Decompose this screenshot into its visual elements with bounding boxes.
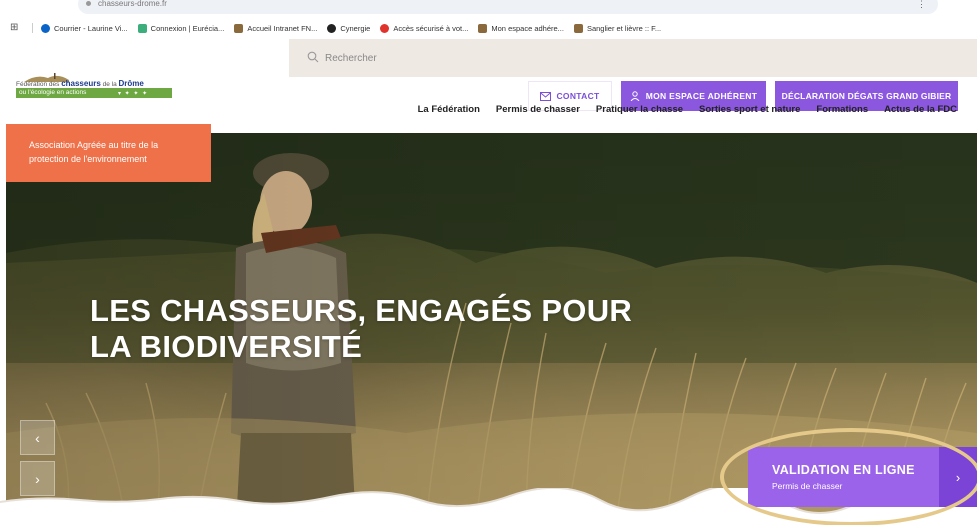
contact-label: CONTACT — [556, 91, 600, 101]
fnc-icon — [478, 23, 488, 33]
bookmarks-divider — [32, 23, 33, 33]
hero-title: LES CHASSEURS, ENGAGÉS POUR LA BIODIVERS… — [90, 293, 710, 365]
search-bar — [289, 39, 977, 77]
eurecia-icon — [137, 23, 147, 33]
logo-tagline: ou l'écologie en actions — [19, 89, 87, 96]
fnc-icon — [234, 23, 244, 33]
bookmark-acces-securise[interactable]: Accès sécurisé à vot... — [380, 23, 468, 33]
hero-title-line1: LES CHASSEURS, ENGAGÉS POUR — [90, 293, 633, 328]
chevron-right-icon[interactable]: › — [939, 447, 977, 507]
bookmark-intranet[interactable]: Accueil Intranet FN... — [234, 23, 317, 33]
online-validation-cta[interactable]: VALIDATION EN LIGNE Permis de chasser › — [748, 447, 977, 507]
logo-title: Fédération des chasseurs de la Drôme — [16, 79, 144, 88]
search-input[interactable] — [325, 48, 505, 68]
bookmark-courrier[interactable]: Courrier - Laurine Vi... — [41, 23, 128, 33]
bookmark-cynergie[interactable]: Cynergie — [327, 23, 370, 33]
nav-item-formations[interactable]: Formations — [816, 104, 868, 115]
bookmarks-bar: ⊞ Courrier - Laurine Vi... Connexion | E… — [0, 18, 977, 38]
browser-toolbar: chasseurs-drome.fr ⋮ — [0, 0, 977, 16]
chevron-right-icon: › — [35, 470, 40, 487]
user-icon — [630, 91, 640, 101]
logo-tagline-band: ou l'écologie en actions — [16, 88, 172, 98]
bookmark-espace-adherent[interactable]: Mon espace adhére... — [478, 23, 564, 33]
mail-icon — [540, 91, 552, 101]
cta-subtitle: Permis de chasser — [772, 481, 843, 491]
outlook-icon — [41, 23, 50, 33]
nav-item-permis[interactable]: Permis de chasser — [496, 104, 580, 115]
site-logo[interactable]: Fédération des chasseurs de la Drôme ou … — [14, 68, 174, 108]
slider-prev-button[interactable]: ‹ — [20, 420, 55, 455]
approved-association-badge: Association Agréée au titre de la protec… — [6, 124, 211, 182]
nav-item-federation[interactable]: La Fédération — [418, 104, 480, 115]
nav-item-actus[interactable]: Actus de la FDC — [884, 104, 957, 115]
bookmark-eurecia[interactable]: Connexion | Eurécia... — [137, 23, 224, 33]
secure-icon — [380, 23, 390, 33]
bookmark-sanglier[interactable]: Sanglier et lièvre :: F... — [573, 23, 661, 33]
member-space-label: MON ESPACE ADHÉRENT — [645, 91, 758, 101]
nav-item-sorties[interactable]: Sorties sport et nature — [699, 104, 800, 115]
search-icon — [307, 51, 319, 63]
site-header: Fédération des chasseurs de la Drôme ou … — [0, 38, 977, 133]
cynergie-icon — [327, 23, 337, 33]
apps-grid-icon[interactable]: ⊞ — [10, 22, 22, 34]
url-text: chasseurs-drome.fr — [98, 0, 167, 8]
nav-item-pratiquer[interactable]: Pratiquer la chasse — [596, 104, 683, 115]
chevron-left-icon: ‹ — [35, 429, 40, 446]
cta-title: VALIDATION EN LIGNE — [772, 463, 915, 477]
animals-icon: ▾ ✦ ✦ ✦ — [118, 91, 149, 97]
main-nav: La Fédération Permis de chasser Pratique… — [418, 104, 957, 115]
more-icon[interactable]: ⋮ — [917, 0, 926, 10]
game-damage-label: DÉCLARATION DÉGATS GRAND GIBIER — [781, 91, 952, 101]
hero-title-line2: LA BIODIVERSITÉ — [90, 329, 363, 364]
site-info-icon[interactable] — [86, 1, 91, 6]
fnc-icon — [573, 23, 583, 33]
address-bar[interactable]: chasseurs-drome.fr ⋮ — [78, 0, 938, 14]
